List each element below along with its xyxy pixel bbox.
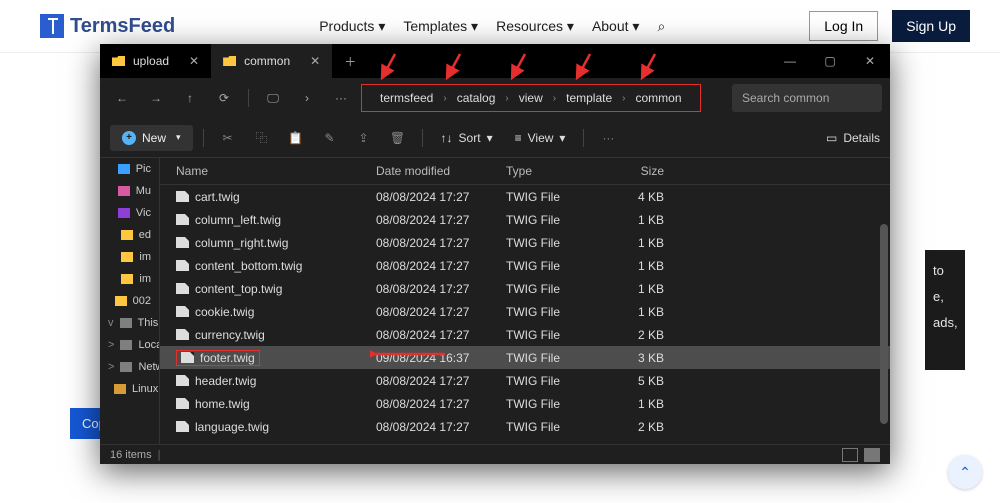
nav-products[interactable]: Products ▾ — [319, 18, 385, 35]
more-icon[interactable]: ··· — [327, 84, 355, 112]
close-icon[interactable]: ✕ — [310, 54, 320, 68]
nav-item[interactable]: >Loca — [100, 334, 159, 356]
file-row[interactable]: language.twig08/08/2024 17:27TWIG File2 … — [160, 415, 890, 438]
share-icon[interactable]: ⇪ — [350, 131, 378, 145]
nav-item[interactable]: Linux — [100, 378, 159, 400]
copy-icon[interactable]: ⿻ — [248, 129, 276, 146]
breadcrumb-segment[interactable]: view — [519, 91, 543, 105]
login-button[interactable]: Log In — [809, 11, 878, 41]
file-row[interactable]: home.twig08/08/2024 17:27TWIG File1 KB — [160, 392, 890, 415]
tab-label: common — [244, 54, 290, 68]
logo-text: TermsFeed — [70, 15, 175, 38]
signup-button[interactable]: Sign Up — [892, 10, 970, 42]
nav-resources[interactable]: Resources ▾ — [496, 18, 574, 35]
nav-item[interactable]: ed — [100, 224, 159, 246]
file-row[interactable]: currency.twig08/08/2024 17:27TWIG File2 … — [160, 323, 890, 346]
file-row[interactable]: cookie.twig08/08/2024 17:27TWIG File1 KB — [160, 300, 890, 323]
status-text: 16 items — [110, 449, 152, 461]
file-row[interactable]: content_bottom.twig08/08/2024 17:27TWIG … — [160, 254, 890, 277]
sort-button[interactable]: ↑↓ Sort ▾ — [433, 131, 501, 145]
delete-icon[interactable]: 🗑 — [384, 131, 412, 145]
nav-item[interactable]: Vic — [100, 202, 159, 224]
file-row[interactable]: column_left.twig08/08/2024 17:27TWIG Fil… — [160, 208, 890, 231]
forward-button[interactable]: → — [142, 84, 170, 112]
file-row[interactable]: footer.twig09/08/2024 16:37TWIG File3 KB — [160, 346, 890, 369]
view-mode-details[interactable] — [864, 448, 880, 462]
file-list: cart.twig08/08/2024 17:27TWIG File4 KBco… — [160, 185, 890, 444]
file-row[interactable]: column_right.twig08/08/2024 17:27TWIG Fi… — [160, 231, 890, 254]
nav-item[interactable]: im — [100, 268, 159, 290]
breadcrumb-segment[interactable]: catalog — [457, 91, 496, 105]
breadcrumb: termsfeed› catalog› view› template› comm… — [372, 89, 690, 107]
logo-mark — [40, 14, 64, 38]
termsfeed-logo[interactable]: TermsFeed — [40, 14, 175, 38]
breadcrumb-segment[interactable]: termsfeed — [380, 91, 433, 105]
back-button[interactable]: ← — [108, 84, 136, 112]
nav-item[interactable]: 002 — [100, 290, 159, 312]
web-nav: Products ▾ Templates ▾ Resources ▾ About… — [319, 18, 665, 35]
nav-about[interactable]: About ▾ — [592, 18, 640, 35]
breadcrumb-segment[interactable]: common — [635, 91, 681, 105]
breadcrumb-segment[interactable]: template — [566, 91, 612, 105]
breadcrumb-chevron[interactable]: › — [293, 84, 321, 112]
more-icon[interactable]: ··· — [594, 131, 622, 145]
up-button[interactable]: ↑ — [176, 84, 204, 112]
maximize-button[interactable]: ▢ — [810, 44, 850, 78]
tab-common[interactable]: common ✕ — [211, 44, 332, 78]
column-size[interactable]: Size — [600, 162, 670, 180]
file-row[interactable]: content_top.twig08/08/2024 17:27TWIG Fil… — [160, 277, 890, 300]
search-input[interactable]: Search common — [732, 84, 882, 112]
view-mode-list[interactable] — [842, 448, 858, 462]
close-icon[interactable]: ✕ — [189, 54, 199, 68]
details-button[interactable]: ▭ Details — [826, 131, 880, 145]
new-button[interactable]: + New ▾ — [110, 125, 193, 151]
nav-item[interactable]: Pic — [100, 158, 159, 180]
nav-item[interactable]: >Netw — [100, 356, 159, 378]
nav-item[interactable]: im — [100, 246, 159, 268]
close-window-button[interactable]: ✕ — [850, 44, 890, 78]
file-explorer-window: upload ✕ common ✕ ＋ — ▢ ✕ ← → ↑ ⟳ 🖵 › ··… — [100, 44, 890, 464]
file-row[interactable]: maintenance.twig08/08/2024 17:27TWIG Fil… — [160, 438, 890, 444]
nav-item[interactable]: vThis P — [100, 312, 159, 334]
tab-label: upload — [133, 54, 169, 68]
column-name[interactable]: Name — [170, 162, 370, 180]
file-row[interactable]: cart.twig08/08/2024 17:27TWIG File4 KB — [160, 185, 890, 208]
navigation-pane: PicMuVicedimim002vThis P>Loca>NetwLinux — [100, 158, 160, 444]
plus-icon: + — [122, 131, 136, 145]
rename-icon[interactable]: ✎ — [316, 131, 344, 145]
search-placeholder: Search common — [742, 91, 829, 105]
minimize-button[interactable]: — — [770, 44, 810, 78]
paste-icon[interactable]: 📋 — [282, 131, 310, 145]
dark-box: toe,ads, — [925, 250, 965, 370]
annotation-arrow — [370, 346, 450, 362]
cut-icon[interactable]: ✂ — [214, 131, 242, 145]
view-button[interactable]: ≡ View ▾ — [507, 131, 574, 145]
new-tab-button[interactable]: ＋ — [332, 53, 368, 70]
folder-icon — [112, 56, 125, 66]
file-row[interactable]: header.twig08/08/2024 17:27TWIG File5 KB — [160, 369, 890, 392]
monitor-icon[interactable]: 🖵 — [259, 84, 287, 112]
column-date[interactable]: Date modified — [370, 162, 500, 180]
scroll-to-top-button[interactable]: ⌃ — [948, 455, 982, 489]
column-type[interactable]: Type — [500, 162, 600, 180]
folder-icon — [223, 56, 236, 66]
search-icon[interactable]: ⌕ — [657, 18, 665, 35]
scrollbar-thumb[interactable] — [880, 224, 888, 424]
column-headers: Name Date modified Type Size — [160, 158, 890, 185]
tab-upload[interactable]: upload ✕ — [100, 44, 211, 78]
refresh-button[interactable]: ⟳ — [210, 84, 238, 112]
nav-item[interactable]: Mu — [100, 180, 159, 202]
breadcrumb-highlight: termsfeed› catalog› view› template› comm… — [361, 84, 701, 112]
nav-templates[interactable]: Templates ▾ — [403, 18, 478, 35]
